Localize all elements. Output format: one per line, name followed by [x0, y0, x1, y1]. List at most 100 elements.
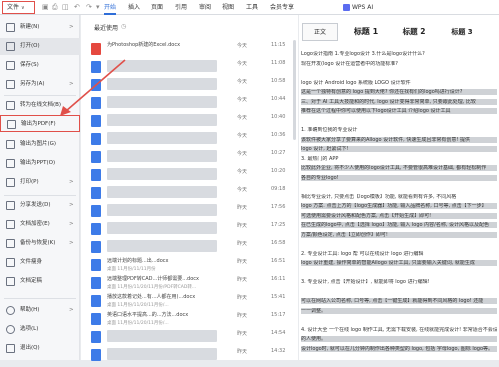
menu-item-label: 选项(L)	[20, 326, 39, 332]
word-file-icon	[91, 115, 101, 127]
document-line: logo 方案. 点击上方的【logo生成器】功能, 输入品牌名称, 口号等, …	[301, 203, 497, 209]
blurred-file-info	[107, 186, 217, 198]
file-time: 11:15	[271, 42, 286, 48]
menu-item-export-pdf[interactable]: 输出为PDF(F)	[0, 115, 80, 132]
chevron-right-icon: >	[69, 240, 74, 246]
menu-item-save-as[interactable]: 另存为(A) >	[0, 76, 80, 93]
file-time: 10:40	[271, 114, 286, 120]
customize-icon[interactable]: ▾	[96, 2, 100, 13]
document-line: 相比专业设计, 只要点击【logo模板】功能, 就能看到有许多, 不同风格	[301, 193, 457, 200]
file-date: 今天	[237, 97, 248, 103]
menu-item-new[interactable]: 新建(N) >	[0, 19, 80, 36]
menu-item-help[interactable]: 帮助(H) >	[0, 302, 80, 319]
image-icon	[6, 140, 15, 149]
style-heading-2[interactable]: 标题 2	[393, 23, 435, 41]
menu-item-label: 退出(Q)	[20, 345, 40, 351]
lock-icon	[6, 220, 15, 229]
file-name: 英语口语水平提高...的...方法...docx	[107, 312, 189, 318]
blurred-file-info	[107, 240, 217, 252]
chevron-right-icon: >	[69, 24, 74, 30]
file-time: 16:11	[271, 276, 286, 282]
menu-item-label: 打印(P)	[20, 179, 39, 185]
document-line: 的人使用。	[301, 336, 497, 342]
file-time: 14:54	[271, 330, 286, 336]
menu-item-options[interactable]: 选项(L)	[0, 321, 80, 338]
wps-ai-icon	[343, 4, 350, 11]
document-line: logo 设计, 赶紧试下!	[301, 146, 497, 152]
file-date: 昨天	[237, 331, 248, 337]
pin-icon[interactable]: ◷	[121, 23, 126, 30]
menu-item-finalize[interactable]: 文档定稿	[0, 273, 80, 290]
document-area: 正文 标题 1 标题 2 标题 3 Logo设计指南 1.专业logo设计 3.…	[299, 15, 499, 360]
file-time: 10:58	[271, 78, 286, 84]
word-file-icon	[91, 331, 101, 343]
tab-page[interactable]: 页面	[151, 2, 163, 13]
exit-icon	[6, 344, 15, 353]
document-line: 方案/颜色设定, 点击【立即创作】即可!	[301, 231, 497, 238]
save-icon	[6, 61, 15, 70]
file-time: 10:36	[271, 132, 286, 138]
menu-item-label: 帮助(H)	[20, 307, 40, 313]
menu-item-save[interactable]: 保存(S)	[0, 57, 80, 74]
document-line: 1. 准确到位我的专业设计	[301, 127, 358, 133]
menu-item-label: 转为在线文档(B)	[20, 102, 62, 108]
tab-insert[interactable]: 插入	[128, 2, 140, 13]
preview-icon[interactable]: ◫	[62, 2, 69, 13]
cloud-doc-icon	[6, 101, 15, 110]
tab-view[interactable]: 视图	[222, 2, 234, 13]
menu-item-export-image[interactable]: 输出为图片(G)	[0, 136, 80, 153]
file-date: 昨天	[237, 205, 248, 211]
pdf-icon	[7, 120, 16, 129]
tab-home[interactable]: 开始	[104, 2, 117, 15]
file-menu-label: 文件	[7, 4, 20, 11]
menu-item-slim[interactable]: 文件瘦身	[0, 254, 80, 271]
file-date: 今天	[237, 151, 248, 157]
redo-icon[interactable]: ↷	[86, 2, 92, 13]
menu-item-label: 输出为图片(G)	[20, 141, 57, 147]
print-icon[interactable]: ⎙	[52, 2, 58, 13]
menu-item-backup[interactable]: 备份与恢复(K) >	[0, 235, 80, 252]
document-line: 3. 专业设计, 点击【开始设计】, 就能即将 logo 进行编辑!	[301, 279, 430, 285]
word-file-icon	[91, 97, 101, 109]
document-line: 比较此外企业, 将不少人使用的logo设计工具, 不要管很高难设计基础, 都有轻…	[301, 165, 497, 171]
menu-item-label: 备份与恢复(K)	[20, 240, 56, 246]
style-heading-1[interactable]: 标题 1	[345, 23, 387, 41]
blurred-file-info	[107, 204, 217, 216]
tab-reference[interactable]: 引用	[175, 2, 187, 13]
menu-divider	[4, 95, 76, 96]
save-icon[interactable]: ▣	[42, 2, 49, 13]
file-menu: 新建(N) > 打开(O) 保存(S) 另存为(A) > 转为在线文档(B) 输…	[0, 15, 80, 360]
help-icon	[6, 306, 15, 315]
compress-icon	[6, 258, 15, 267]
file-time: 16:58	[271, 240, 286, 246]
blurred-file-info	[107, 96, 217, 108]
tab-review[interactable]: 审阅	[199, 2, 211, 13]
style-heading-3[interactable]: 标题 3	[441, 23, 483, 41]
recent-file-row[interactable]: 昨天 14:32	[91, 345, 291, 367]
file-path: 桌面 11月份/11/11月份	[107, 267, 156, 272]
tab-tools[interactable]: 工具	[246, 2, 258, 13]
folder-open-icon	[6, 42, 15, 51]
menu-item-convert-online[interactable]: 转为在线文档(B)	[0, 97, 80, 114]
scrollbar[interactable]	[293, 40, 296, 140]
document-line: 可选使用需要设计风格和配色方案, 点击【开始生成】即可!	[301, 212, 497, 219]
menu-item-encrypt[interactable]: 文档加密(E) >	[0, 216, 80, 233]
blurred-file-info	[107, 150, 217, 162]
tab-member[interactable]: 会员专享	[270, 2, 294, 13]
file-date: 今天	[237, 133, 248, 139]
menu-item-exit[interactable]: 退出(Q)	[0, 340, 80, 357]
chevron-right-icon: >	[69, 307, 74, 313]
file-date: 今天	[237, 79, 248, 85]
wps-ai-button[interactable]: WPS AI	[352, 2, 373, 13]
menu-item-share[interactable]: 分享发送(D) >	[0, 197, 80, 214]
file-menu-button[interactable]: 文件 ∨	[2, 1, 35, 14]
blurred-file-info	[107, 60, 217, 72]
menu-item-print[interactable]: 打印(P) >	[0, 174, 80, 191]
menu-item-open[interactable]: 打开(O)	[0, 38, 80, 55]
blurred-file-info	[107, 222, 217, 234]
style-normal[interactable]: 正文	[302, 23, 338, 41]
menu-item-export-ppt[interactable]: 输出为PPT(O)	[0, 155, 80, 172]
undo-icon[interactable]: ↶	[74, 2, 80, 13]
blurred-file-info	[107, 78, 217, 90]
backup-icon	[6, 239, 15, 248]
